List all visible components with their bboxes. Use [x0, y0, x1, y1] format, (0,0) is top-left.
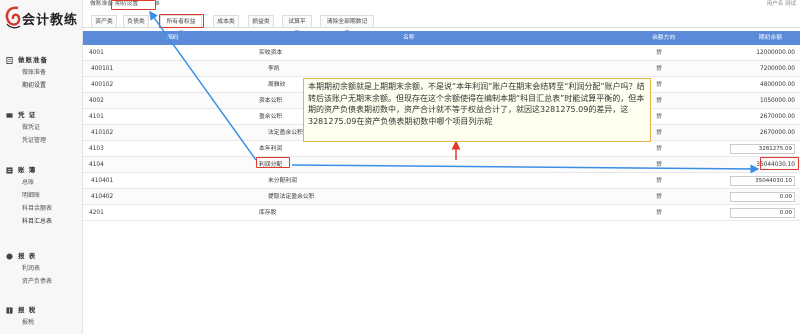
row-name: 库存股	[259, 210, 277, 216]
sidebar-item-summary[interactable]: 科目汇总表	[0, 215, 83, 228]
row-direction: 贷	[656, 82, 662, 88]
row-code: 400102	[91, 82, 114, 88]
sidebar-item-general-ledger[interactable]: 总账	[0, 176, 83, 189]
row-balance: 4800000.00	[759, 82, 795, 88]
sidebar-group-tax: 报 税 报税	[0, 304, 83, 329]
sidebar-item-preparation[interactable]: 做账准备	[0, 66, 83, 79]
row-name: 本年利润	[259, 146, 283, 152]
voucher-icon	[6, 112, 13, 118]
row-code: 4002	[89, 98, 104, 104]
table-row: 4103 本年利润 贷 3281275.09	[83, 141, 800, 157]
row-code: 4103	[89, 146, 104, 152]
sidebar-group-preparation: 做账准备 做账准备 期初设置	[0, 54, 83, 92]
row-code: 4104	[89, 162, 104, 168]
row-code: 400101	[91, 66, 114, 72]
sidebar-item-detail-ledger[interactable]: 明细账	[0, 189, 83, 202]
row-direction: 贷	[656, 194, 662, 200]
ledger-icon	[6, 166, 13, 174]
table-header: 编码 名称 余额方向 期初余额	[83, 31, 800, 45]
row-code: 4001	[89, 50, 104, 56]
row-direction: 贷	[656, 50, 662, 56]
sidebar-item-voucher-manage[interactable]: 凭证管理	[0, 134, 83, 147]
report-icon	[6, 252, 13, 260]
row-balance: 7200000.00	[759, 66, 795, 72]
sidebar-group-title[interactable]: 报 表	[0, 250, 83, 262]
row-direction: 贷	[656, 210, 662, 216]
row-direction: 贷	[656, 98, 662, 104]
sidebar-group-voucher: 凭 证 做凭证 凭证管理	[0, 109, 83, 147]
header-balance: 期初余额	[758, 35, 782, 41]
row-name: 法定盈余公积	[268, 130, 303, 136]
row-name: 提取法定盈余公积	[268, 194, 315, 200]
tab-liabilities[interactable]: 负债类	[123, 15, 149, 27]
row-balance: 2670000.00	[759, 130, 795, 136]
row-name: 周雅欣	[268, 82, 286, 88]
table-row: 4201 库存股 贷 0.00	[83, 205, 800, 221]
balance-input[interactable]: 35044030.10	[730, 176, 795, 186]
header-name: 名称	[403, 35, 415, 41]
highlight-opening-tab	[111, 0, 156, 10]
row-direction: 贷	[656, 130, 662, 136]
highlight-profit-row	[256, 157, 290, 168]
user-info: 用户名 测试	[766, 1, 796, 7]
row-code: 410102	[91, 130, 114, 136]
table-row: 4001 实收资本 贷 12000000.00	[83, 45, 800, 61]
tax-icon	[6, 306, 13, 314]
row-code: 4101	[89, 114, 104, 120]
row-name: 李凯	[268, 66, 280, 72]
table-row: 410402 提取法定盈余公积 贷 0.00	[83, 189, 800, 205]
sidebar-group-title[interactable]: 账 簿	[0, 164, 83, 176]
sidebar-item-income-statement[interactable]: 利润表	[0, 262, 83, 275]
row-direction: 贷	[656, 114, 662, 120]
table-row: 400101 李凯 贷 7200000.00	[83, 61, 800, 77]
annotation-callout: 本期期初余额就是上期期末余额，不是说“本年利润”账户在期末会结转至“利润分配”账…	[303, 78, 651, 142]
sidebar-group-ledger: 账 簿 总账 明细账 科目余额表 科目汇总表	[0, 164, 83, 228]
row-balance: 12000000.00	[756, 50, 795, 56]
sidebar-group-title[interactable]: 凭 证	[0, 109, 83, 121]
sidebar: 会计教练 做账准备 做账准备 期初设置 凭 证 做凭证 凭证管理 账 簿 总账 …	[0, 0, 83, 334]
sidebar-item-opening-setup[interactable]: 期初设置	[0, 79, 83, 92]
logo-text: 会计教练	[22, 13, 79, 28]
row-name: 实收资本	[259, 50, 283, 56]
header-direction: 余额方向	[652, 35, 676, 41]
top-bar: 做账准备 期初设置 ⊗ 用户名 测试	[83, 0, 800, 9]
sidebar-item-make-voucher[interactable]: 做凭证	[0, 121, 83, 134]
sidebar-group-report: 报 表 利润表 资产负债表	[0, 250, 83, 288]
logo-swirl-icon	[5, 6, 21, 29]
document-icon	[6, 56, 13, 64]
tab-profit-loss[interactable]: 损益类	[248, 15, 274, 27]
sidebar-item-balance-sheet[interactable]: 科目余额表	[0, 202, 83, 215]
row-direction: 贷	[656, 146, 662, 152]
row-balance: 2670000.00	[759, 114, 795, 120]
row-code: 410402	[91, 194, 114, 200]
table-row: 410401 未分配利润 贷 35044030.10	[83, 173, 800, 189]
row-direction: 贷	[656, 66, 662, 72]
sidebar-group-title[interactable]: 做账准备	[0, 54, 83, 66]
app-logo: 会计教练	[4, 4, 80, 34]
sidebar-item-tax-filing[interactable]: 报税	[0, 316, 83, 329]
row-direction: 贷	[656, 178, 662, 184]
row-name: 未分配利润	[268, 178, 297, 184]
highlight-equity-tab	[159, 14, 204, 28]
balance-input[interactable]: 3281275.09	[730, 144, 795, 154]
row-name: 盈余公积	[259, 114, 283, 120]
row-code: 4201	[89, 210, 104, 216]
balance-input[interactable]: 0.00	[730, 192, 795, 202]
row-name: 资本公积	[259, 98, 283, 104]
sidebar-item-balance-statement[interactable]: 资产负债表	[0, 275, 83, 288]
row-direction: 贷	[656, 162, 662, 168]
tab-assets[interactable]: 资产类	[91, 15, 117, 27]
highlight-profit-balance	[760, 157, 799, 170]
sidebar-group-title[interactable]: 报 税	[0, 304, 83, 316]
clear-records-button[interactable]: 清除全部期数记录	[320, 15, 374, 37]
tab-trial-balance[interactable]: 试算平衡	[282, 15, 312, 37]
tab-preparation[interactable]: 做账准备	[90, 0, 113, 9]
row-code: 410401	[91, 178, 114, 184]
balance-input[interactable]: 0.00	[730, 208, 795, 218]
tab-cost[interactable]: 成本类	[213, 15, 239, 27]
header-code: 编码	[167, 35, 179, 41]
row-balance: 1050000.00	[759, 98, 795, 104]
table-row: 4104 利润分配 贷 35044030.10	[83, 157, 800, 173]
